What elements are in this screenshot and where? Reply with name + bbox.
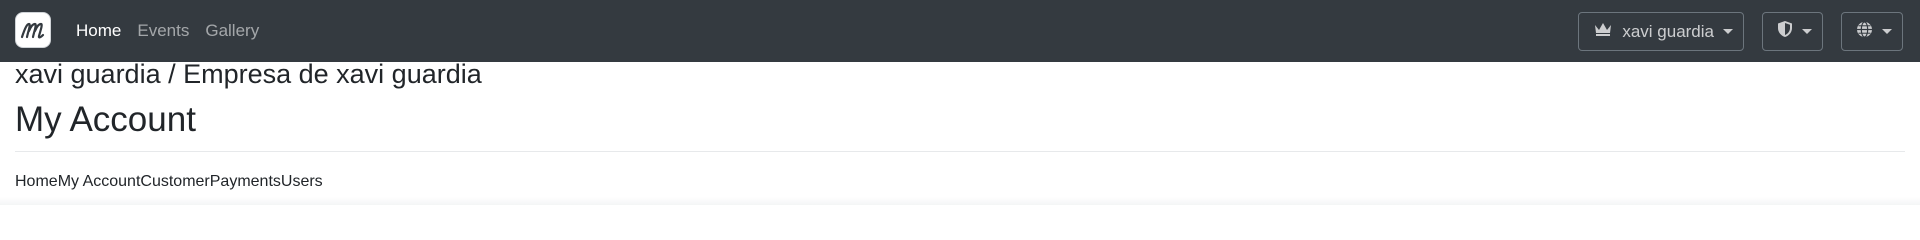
nav-link-home[interactable]: Home <box>76 21 121 41</box>
language-menu-button[interactable] <box>1841 12 1903 51</box>
divider <box>15 151 1905 152</box>
top-navbar: Home Events Gallery xavi guardia <box>0 0 1920 62</box>
user-menu-button[interactable]: xavi guardia <box>1578 12 1744 51</box>
main-nav: Home Events Gallery <box>76 0 259 62</box>
tab-users[interactable]: Users <box>281 172 323 192</box>
tab-home[interactable]: Home <box>15 172 58 192</box>
chevron-down-icon <box>1723 29 1733 34</box>
nav-link-events[interactable]: Events <box>137 21 189 41</box>
chevron-down-icon <box>1802 29 1812 34</box>
chevron-down-icon <box>1882 29 1892 34</box>
tab-payments[interactable]: Payments <box>210 172 281 192</box>
crown-icon <box>1593 21 1613 42</box>
tab-my-account[interactable]: My Account <box>58 172 141 192</box>
logo-icon[interactable] <box>15 12 51 48</box>
content-edge <box>0 197 1920 205</box>
shield-icon <box>1777 20 1793 43</box>
page-title: My Account <box>15 100 196 139</box>
account-tabs: Home My Account Customer Payments Users <box>15 172 323 192</box>
company-heading: xavi guardia / Empresa de xavi guardia <box>15 59 482 89</box>
navbar-right: xavi guardia <box>1578 12 1903 51</box>
security-menu-button[interactable] <box>1762 12 1823 51</box>
user-menu-label: xavi guardia <box>1622 21 1714 41</box>
tab-customer[interactable]: Customer <box>140 172 209 192</box>
nav-link-gallery[interactable]: Gallery <box>205 21 259 41</box>
globe-icon <box>1856 20 1873 43</box>
